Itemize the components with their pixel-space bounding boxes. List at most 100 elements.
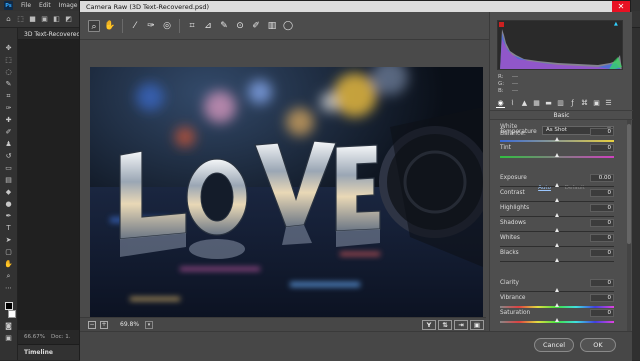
gradient-icon[interactable]: ▤ (4, 176, 14, 184)
timeline-panel-tab[interactable]: Timeline (18, 344, 84, 360)
close-icon[interactable]: ✕ (612, 1, 630, 12)
slider-thumb[interactable] (554, 137, 559, 141)
healing-brush-icon[interactable]: ✚ (4, 116, 14, 124)
slider-thumb[interactable] (554, 198, 559, 202)
zoom-icon[interactable]: ⌕ (4, 272, 14, 280)
slider-thumb[interactable] (554, 213, 559, 217)
slider-clarity[interactable]: Clarity 0 (500, 279, 614, 296)
slider-value-field[interactable]: 0 (590, 234, 614, 242)
panel-scrollbar[interactable] (627, 120, 631, 331)
highlight-clipping-warning-icon[interactable]: ▲ (614, 22, 621, 27)
slider-whites[interactable]: Whites 0 (500, 234, 614, 251)
type-tool-icon[interactable]: T (4, 224, 14, 232)
marquee-tool-icon[interactable]: ⬚ (4, 56, 14, 64)
swap-settings-icon[interactable]: ⇅ (438, 320, 452, 330)
white-balance-tool-icon[interactable]: ⁄ (129, 20, 141, 32)
tone-curve-tab-icon[interactable]: ⌇ (508, 99, 517, 108)
slider-value-field[interactable]: 0.00 (590, 174, 614, 182)
slider-value-field[interactable]: 0 (590, 204, 614, 212)
scroll-thumb[interactable] (627, 124, 631, 244)
zoom-in-button[interactable]: + (100, 320, 108, 329)
clone-stamp-icon[interactable]: ♟ (4, 140, 14, 148)
home-icon[interactable]: ⌂ (4, 15, 13, 24)
photo-preview[interactable] (90, 67, 483, 327)
quick-mask-icon[interactable]: ◙ (4, 322, 14, 330)
color-sampler-icon[interactable]: ✑ (145, 20, 157, 32)
menu-file[interactable]: File (21, 2, 31, 9)
slider-value-field[interactable]: 0 (590, 249, 614, 257)
zoom-out-button[interactable]: − (88, 320, 96, 329)
hsl-tab-icon[interactable]: ▦ (532, 99, 541, 108)
zoom-tool-icon[interactable]: ⌕ (88, 19, 100, 32)
crop-icon[interactable]: ⌗ (4, 92, 14, 100)
detail-tab-icon[interactable]: ▲ (520, 99, 529, 108)
slider-highlights[interactable]: Highlights 0 (500, 204, 614, 221)
slider-temperature[interactable]: Temperature 0 (500, 128, 614, 145)
path-select-icon[interactable]: ➤ (4, 236, 14, 244)
menu-image[interactable]: Image (59, 2, 78, 9)
eraser-icon[interactable]: ▭ (4, 164, 14, 172)
zoom-dropdown[interactable]: ▾ (145, 320, 154, 329)
adjustment-brush-icon[interactable]: ✐ (250, 20, 262, 32)
brush-tool-icon[interactable]: ✐ (4, 128, 14, 136)
eyedropper-icon[interactable]: ✑ (4, 104, 14, 112)
new-selection-icon[interactable]: ■ (28, 15, 37, 24)
targeted-adjustment-icon[interactable]: ◎ (161, 20, 173, 32)
pen-tool-icon[interactable]: ✒ (4, 212, 14, 220)
history-brush-icon[interactable]: ↺ (4, 152, 14, 160)
intersect-selection-icon[interactable]: ◩ (64, 15, 73, 24)
slider-thumb[interactable] (554, 243, 559, 247)
dodge-icon[interactable]: ● (4, 200, 14, 208)
screen-mode-icon[interactable]: ▣ (4, 334, 14, 342)
slider-exposure[interactable]: Exposure 0.00 (500, 174, 614, 191)
split-toning-tab-icon[interactable]: ▬ (544, 99, 553, 108)
snapshots-tab-icon[interactable]: ☰ (604, 99, 613, 108)
calibration-tab-icon[interactable]: ⌘ (580, 99, 589, 108)
subtract-selection-icon[interactable]: ◧ (52, 15, 61, 24)
lasso-tool-icon[interactable]: ◌ (4, 68, 14, 76)
slider-thumb[interactable] (554, 318, 559, 322)
add-selection-icon[interactable]: ▣ (40, 15, 49, 24)
slider-value-field[interactable]: 0 (590, 189, 614, 197)
presets-tab-icon[interactable]: ▣ (592, 99, 601, 108)
hand-tool-icon[interactable]: ✋ (104, 20, 116, 32)
shadow-clipping-warning[interactable] (499, 22, 504, 27)
menu-edit[interactable]: Edit (39, 2, 51, 9)
straighten-tool-icon[interactable]: ⊿ (202, 20, 214, 32)
ok-button[interactable]: OK (580, 338, 616, 352)
slider-vibrance[interactable]: Vibrance 0 (500, 294, 614, 311)
slider-blacks[interactable]: Blacks 0 (500, 249, 614, 266)
lens-tab-icon[interactable]: ▥ (556, 99, 565, 108)
spot-removal-icon[interactable]: ✎ (218, 20, 230, 32)
slider-value-field[interactable]: 0 (590, 309, 614, 317)
slider-thumb[interactable] (554, 288, 559, 292)
radial-filter-icon[interactable]: ◯ (282, 20, 294, 32)
hand-icon[interactable]: ✋ (4, 260, 14, 268)
slider-tint[interactable]: Tint 0 (500, 144, 614, 161)
slider-shadows[interactable]: Shadows 0 (500, 219, 614, 236)
move-tool-icon[interactable]: ✥ (4, 44, 14, 52)
slider-value-field[interactable]: 0 (590, 144, 614, 152)
slider-saturation[interactable]: Saturation 0 (500, 309, 614, 326)
effects-tab-icon[interactable]: ƒ (568, 99, 577, 108)
before-after-toggle-button[interactable]: Y (422, 320, 436, 330)
slider-contrast[interactable]: Contrast 0 (500, 189, 614, 206)
slider-value-field[interactable]: 0 (590, 128, 614, 136)
foreground-color-swatch[interactable] (4, 302, 13, 310)
slider-value-field[interactable]: 0 (590, 219, 614, 227)
red-eye-icon[interactable]: ⊙ (234, 20, 246, 32)
graduated-filter-icon[interactable]: ▥ (266, 20, 278, 32)
slider-thumb[interactable] (554, 303, 559, 307)
slider-value-field[interactable]: 0 (590, 279, 614, 287)
basic-tab-icon[interactable]: ◉ (496, 99, 505, 108)
slider-thumb[interactable] (554, 183, 559, 187)
background-color-swatch[interactable] (7, 310, 16, 318)
toggle-default-icon[interactable]: ▣ (470, 320, 484, 330)
cancel-button[interactable]: Cancel (534, 338, 574, 352)
copy-settings-icon[interactable]: ⇥ (454, 320, 468, 330)
slider-thumb[interactable] (554, 153, 559, 157)
document-tab[interactable]: 3D Text-Recovered.psd (18, 28, 84, 40)
slider-value-field[interactable]: 0 (590, 294, 614, 302)
quick-select-icon[interactable]: ✎ (4, 80, 14, 88)
crop-tool-icon[interactable]: ⌗ (186, 20, 198, 32)
